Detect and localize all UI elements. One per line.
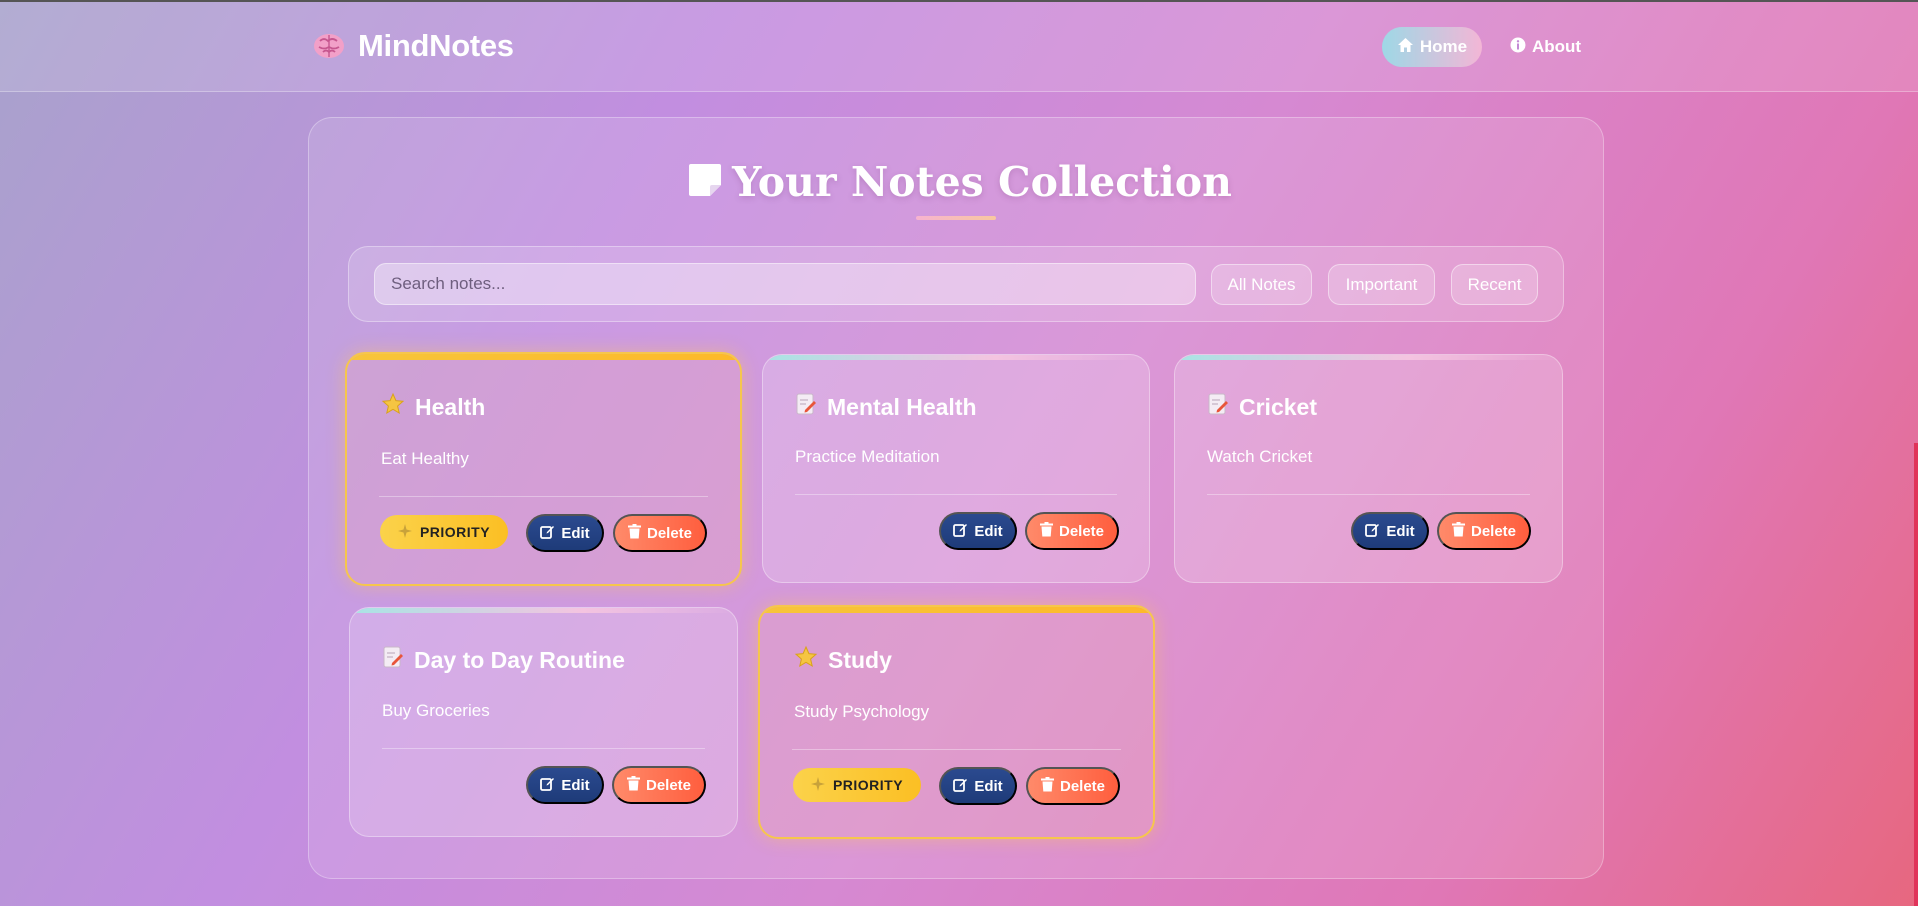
note-card[interactable]: Cricket Watch Cricket Edit Delete xyxy=(1174,354,1563,583)
trash-icon xyxy=(1039,521,1053,541)
trash-icon xyxy=(627,523,641,543)
edit-label: Edit xyxy=(974,522,1003,540)
card-accent-bar xyxy=(1175,355,1562,360)
delete-button[interactable]: Delete xyxy=(1437,512,1531,550)
note-card[interactable]: Mental Health Practice Meditation Edit D… xyxy=(762,354,1150,583)
delete-button[interactable]: Delete xyxy=(613,514,707,552)
note-title: Day to Day Routine xyxy=(414,646,625,673)
home-icon xyxy=(1397,37,1414,58)
edit-icon xyxy=(540,776,555,795)
note-title-row: Health xyxy=(381,392,485,422)
info-icon xyxy=(1510,37,1526,58)
priority-label: PRIORITY xyxy=(419,524,491,540)
edit-label: Edit xyxy=(974,777,1003,795)
navbar: MindNotes Home About xyxy=(0,2,1918,92)
note-title: Study xyxy=(828,646,892,673)
note-title: Health xyxy=(415,393,486,420)
brand[interactable]: MindNotes xyxy=(312,28,514,64)
edit-icon xyxy=(540,524,555,543)
edit-button[interactable]: Edit xyxy=(1351,512,1429,550)
page-title: Your Notes Collection xyxy=(732,158,1232,206)
edit-label: Edit xyxy=(561,524,590,542)
page-title-wrap: Your Notes Collection xyxy=(0,158,1918,206)
memo-icon xyxy=(382,645,404,675)
delete-label: Delete xyxy=(1058,522,1105,540)
note-title-row: Cricket xyxy=(1207,392,1317,422)
note-content: Eat Healthy xyxy=(381,449,469,468)
priority-badge: PRIORITY xyxy=(793,768,921,802)
card-accent-bar xyxy=(350,608,737,613)
brand-name: MindNotes xyxy=(358,28,514,63)
memo-icon xyxy=(795,392,817,422)
card-divider xyxy=(379,496,708,497)
edit-icon xyxy=(953,522,968,541)
edit-icon xyxy=(1365,522,1380,541)
memo-icon xyxy=(1207,392,1229,422)
delete-label: Delete xyxy=(1470,522,1517,540)
note-card[interactable]: Health Eat Healthy PRIORITY Edit Delete xyxy=(345,352,742,586)
delete-label: Delete xyxy=(645,776,692,794)
edit-icon xyxy=(953,777,968,796)
sparkle-icon xyxy=(397,523,412,541)
brain-icon xyxy=(312,31,346,61)
nav-about-link[interactable]: About xyxy=(1510,27,1581,67)
note-title: Cricket xyxy=(1239,393,1317,420)
card-divider xyxy=(792,749,1121,750)
sparkle-icon xyxy=(810,776,825,794)
trash-icon xyxy=(626,775,640,795)
note-card[interactable]: Study Study Psychology PRIORITY Edit Del… xyxy=(758,605,1155,839)
edit-label: Edit xyxy=(1386,522,1415,540)
trash-icon xyxy=(1040,776,1054,796)
filter-important-button[interactable]: Important xyxy=(1328,264,1435,305)
priority-badge: PRIORITY xyxy=(380,515,508,549)
card-accent-bar xyxy=(347,354,740,360)
edit-label: Edit xyxy=(561,776,590,794)
trash-icon xyxy=(1451,521,1465,541)
delete-button[interactable]: Delete xyxy=(1026,767,1120,805)
note-card[interactable]: Day to Day Routine Buy Groceries Edit De… xyxy=(349,607,738,837)
note-content: Buy Groceries xyxy=(382,701,490,720)
note-content: Practice Meditation xyxy=(795,447,940,466)
delete-button[interactable]: Delete xyxy=(1025,512,1119,550)
priority-label: PRIORITY xyxy=(832,777,904,793)
scrollbar-thumb[interactable] xyxy=(1914,443,1918,906)
sticky-note-icon xyxy=(686,161,724,204)
note-title: Mental Health xyxy=(827,393,977,420)
nav-about-label: About xyxy=(1532,37,1582,56)
nav-home-link[interactable]: Home xyxy=(1382,27,1482,67)
card-divider xyxy=(1207,494,1530,495)
note-title-row: Mental Health xyxy=(795,392,977,422)
delete-label: Delete xyxy=(1059,777,1106,795)
star-icon xyxy=(794,645,818,675)
card-divider xyxy=(795,494,1117,495)
edit-button[interactable]: Edit xyxy=(939,512,1017,550)
card-accent-bar xyxy=(763,355,1149,360)
nav-home-label: Home xyxy=(1419,37,1468,56)
filter-recent-button[interactable]: Recent xyxy=(1451,264,1538,305)
note-content: Study Psychology xyxy=(794,702,930,721)
delete-button[interactable]: Delete xyxy=(612,766,706,804)
star-icon xyxy=(381,392,405,422)
note-title-row: Day to Day Routine xyxy=(382,645,625,675)
card-accent-bar xyxy=(760,607,1153,613)
edit-button[interactable]: Edit xyxy=(939,767,1017,805)
edit-button[interactable]: Edit xyxy=(526,766,604,804)
delete-label: Delete xyxy=(646,524,693,542)
edit-button[interactable]: Edit xyxy=(526,514,604,552)
card-divider xyxy=(382,748,705,749)
filter-all-notes-button[interactable]: All Notes xyxy=(1211,264,1312,305)
note-content: Watch Cricket xyxy=(1207,447,1313,466)
title-underline xyxy=(916,216,996,220)
search-input[interactable] xyxy=(374,263,1196,305)
note-title-row: Study xyxy=(794,645,892,675)
